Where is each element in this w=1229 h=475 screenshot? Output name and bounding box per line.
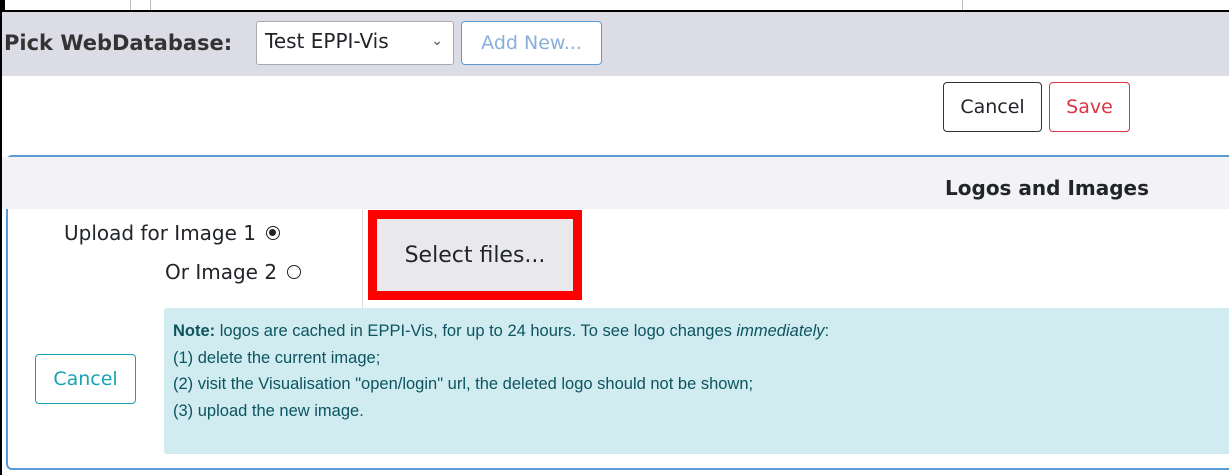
upload-image2-option[interactable]: Or Image 2 [165, 260, 302, 284]
webdatabase-picker-bar: Pick WebDatabase: Test EPPI-Vis ⌄ Add Ne… [2, 12, 1229, 76]
add-new-button[interactable]: Add New... [461, 21, 602, 65]
note-line1-text: logos are cached in EPPI-Vis, for up to … [215, 322, 737, 340]
select-files-button[interactable]: Select files... [377, 219, 573, 291]
top-strip-divider [130, 0, 131, 10]
note-line-3: (2) visit the Visualisation "open/login"… [173, 375, 754, 393]
image1-radio[interactable] [266, 225, 281, 240]
note-line-1: Note: logos are cached in EPPI-Vis, for … [173, 318, 1229, 345]
note-line-4: (3) upload the new image. [173, 401, 364, 420]
cancel-button[interactable]: Cancel [943, 82, 1042, 132]
upload-cancel-button[interactable]: Cancel [35, 354, 136, 404]
note-prefix: Note: [173, 322, 216, 340]
chevron-down-icon: ⌄ [431, 33, 443, 49]
cache-note: Note: logos are cached in EPPI-Vis, for … [164, 308, 1229, 454]
note-line1-emphasis: immediately [736, 322, 825, 340]
upload-image1-option[interactable]: Upload for Image 1 [64, 221, 281, 245]
image2-radio[interactable] [287, 264, 302, 279]
webdatabase-select[interactable]: Test EPPI-Vis ⌄ [256, 21, 454, 65]
note-line1-end: : [824, 322, 830, 340]
note-line-2: (1) delete the current image; [173, 348, 381, 367]
top-strip [0, 0, 1229, 10]
picker-label: Pick WebDatabase: [4, 31, 233, 55]
save-button[interactable]: Save [1049, 82, 1130, 132]
column-divider [362, 210, 363, 308]
top-strip-divider [962, 0, 963, 10]
top-strip-divider [150, 0, 151, 10]
panel-title: Logos and Images [945, 176, 1149, 200]
upload-image2-label: Or Image 2 [165, 260, 278, 284]
upload-image1-label: Upload for Image 1 [64, 221, 257, 245]
top-strip-marker [0, 0, 5, 10]
webdatabase-select-value: Test EPPI-Vis [265, 29, 389, 53]
